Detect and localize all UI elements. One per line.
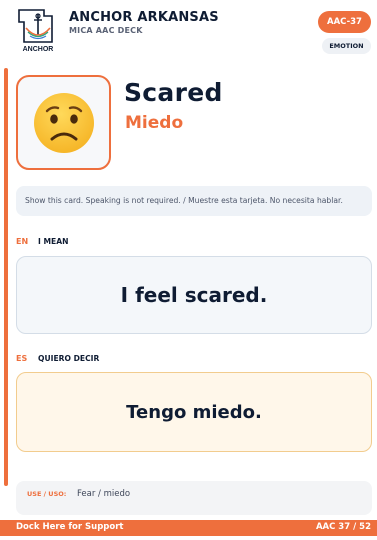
phrase-es: Tengo miedo. (16, 372, 372, 452)
usage-box: USE / USO: Fear / miedo (16, 481, 372, 515)
aac-card: ANCHOR ANCHOR ARKANSAS MICA AAC DECK AAC… (0, 0, 377, 540)
anchor-arrow-icon: ANCHOR (18, 9, 54, 53)
logo-text: ANCHOR (23, 46, 54, 53)
brand-title: ANCHOR ARKANSAS (69, 10, 219, 25)
footer-bar: Dock Here for Support AAC 37 / 52 (0, 520, 377, 536)
en-label: I MEAN (38, 237, 69, 246)
es-label: QUIERO DECIR (38, 354, 100, 363)
footer-support-text: Dock Here for Support (16, 522, 124, 532)
deck-subtitle: MICA AAC DECK (69, 26, 143, 35)
worried-face-icon (34, 93, 94, 153)
card-title-es: Miedo (125, 113, 184, 133)
phrase-en: I feel scared. (16, 256, 372, 334)
left-accent-bar (4, 68, 8, 486)
usage-text: Fear / miedo (77, 489, 131, 499)
category-badge: EMOTION (322, 38, 371, 54)
card-code-badge: AAC-37 (318, 11, 371, 33)
footer-page-count: AAC 37 / 52 (315, 522, 371, 532)
emoji-frame (16, 75, 111, 170)
instruction-note: Show this card. Speaking is not required… (16, 186, 372, 216)
en-code: EN (16, 237, 29, 246)
usage-label: USE / USO: (27, 490, 67, 498)
anchor-logo: ANCHOR (16, 8, 60, 54)
es-code: ES (16, 354, 28, 363)
card-title-en: Scared (124, 78, 223, 107)
